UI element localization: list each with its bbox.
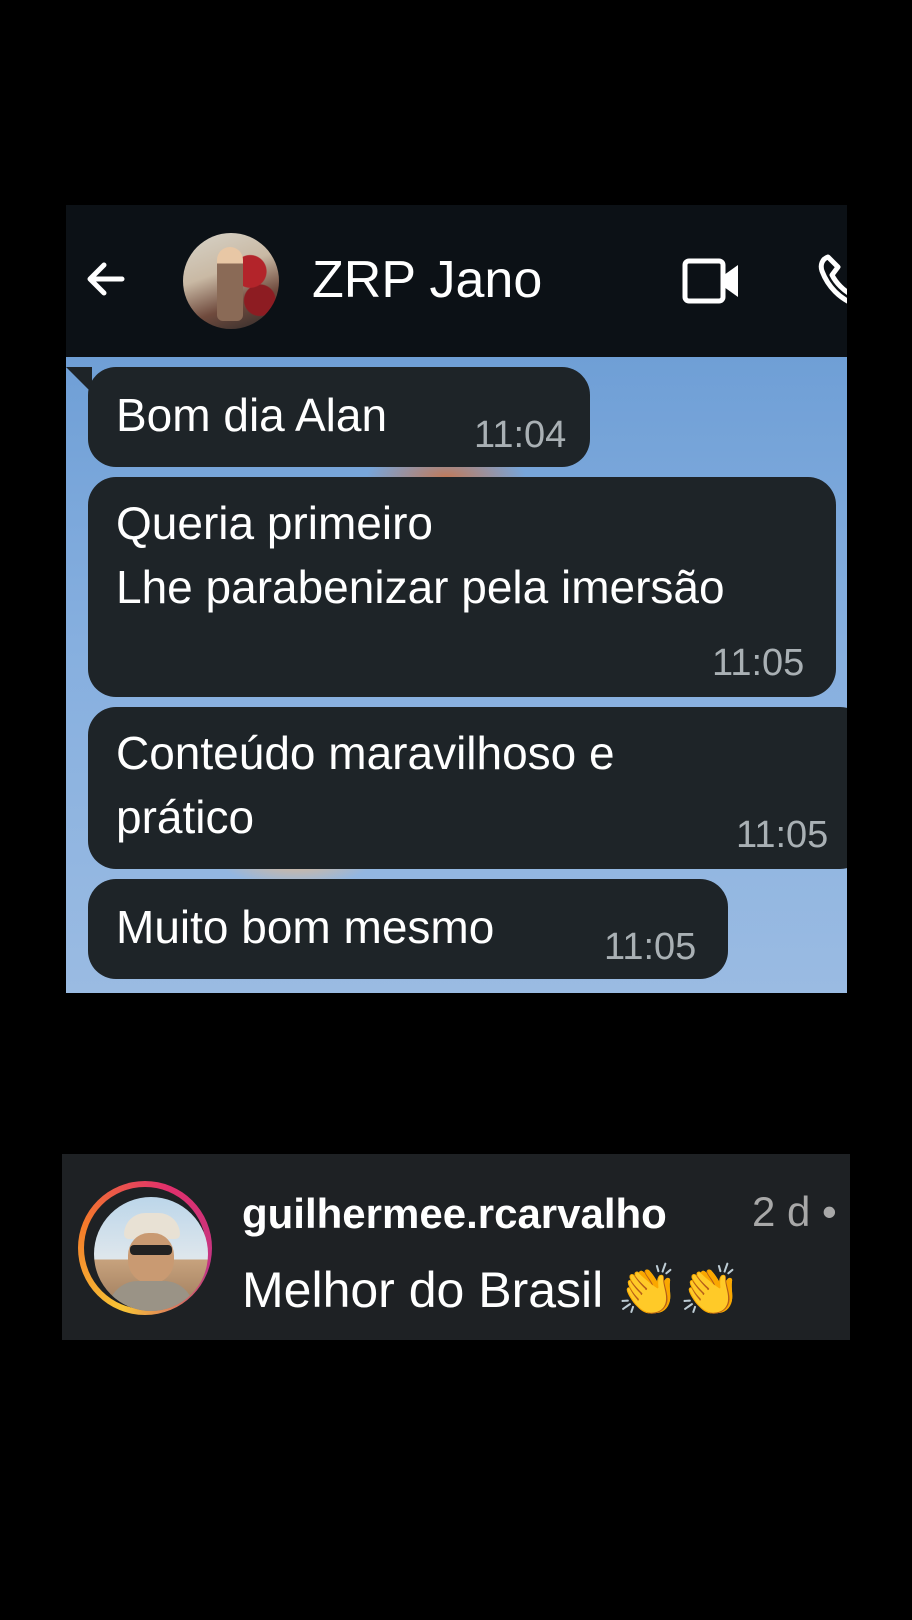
avatar-figure — [217, 247, 243, 321]
commenter-avatar[interactable] — [94, 1197, 208, 1311]
clap-emoji: 👏👏 — [617, 1261, 742, 1319]
comment-username[interactable]: guilhermee.rcarvalho — [242, 1186, 667, 1242]
contact-avatar[interactable] — [183, 233, 279, 329]
avatar-face — [128, 1233, 174, 1283]
story-ring[interactable] — [78, 1181, 212, 1315]
back-arrow-icon[interactable] — [82, 255, 130, 303]
message-text: Bom dia Alan — [116, 389, 388, 441]
message-bubble[interactable]: Queria primeiro Lhe parabenizar pela ime… — [88, 477, 836, 697]
comment-text: Melhor do Brasil 👏👏 — [242, 1258, 742, 1322]
chat-header: ZRP Jano — [66, 205, 847, 357]
story-ring-gap — [84, 1187, 208, 1311]
message-bubble[interactable]: Muito bom mesmo 11:05 — [88, 879, 728, 979]
video-camera-icon[interactable] — [682, 253, 742, 309]
comment-body: Melhor do Brasil — [242, 1262, 604, 1318]
message-bubble[interactable]: Conteúdo maravilhoso e prático 11:05 — [88, 707, 847, 869]
message-time: 11:05 — [712, 642, 805, 684]
message-time: 11:05 — [604, 926, 697, 968]
phone-icon[interactable] — [814, 251, 847, 311]
message-time: 11:05 — [736, 814, 829, 856]
chat-wallpaper: Bom dia Alan 11:04 Queria primeiro Lhe p… — [66, 357, 847, 993]
chat-screenshot: ZRP Jano Bom dia Alan 11:04 Queria prime… — [66, 205, 847, 993]
message-text: Muito bom mesmo — [116, 901, 495, 953]
message-time: 11:04 — [474, 414, 567, 456]
comment-time-ago: 2 d • — [752, 1188, 837, 1235]
avatar-shoulders — [108, 1281, 194, 1311]
message-bubble[interactable]: Bom dia Alan 11:04 — [66, 367, 590, 467]
bubble-tail — [66, 367, 92, 393]
message-text: Conteúdo maravilhoso e prático — [116, 727, 615, 843]
comment-card: guilhermee.rcarvalho 2 d • Melhor do Bra… — [62, 1154, 850, 1340]
avatar-sunglasses — [130, 1245, 172, 1255]
message-text: Queria primeiro Lhe parabenizar pela ime… — [116, 497, 725, 613]
contact-name[interactable]: ZRP Jano — [312, 245, 542, 315]
